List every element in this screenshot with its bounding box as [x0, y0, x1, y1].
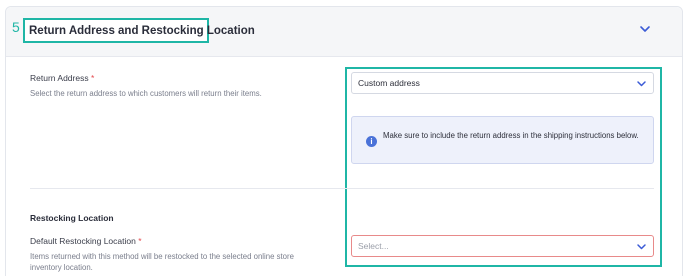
return-address-label: Return Address *: [30, 73, 94, 84]
restocking-location-help: Items returned with this method will be …: [30, 252, 294, 272]
required-mark: *: [138, 236, 142, 246]
restocking-heading: Restocking Location: [30, 213, 114, 223]
info-banner-text: Make sure to include the return address …: [383, 131, 639, 140]
restocking-location-select[interactable]: Select...: [351, 235, 654, 257]
step-number: 5: [12, 19, 20, 35]
return-address-label-text: Return Address: [30, 73, 89, 83]
restocking-location-placeholder: Select...: [358, 241, 389, 251]
chevron-down-icon[interactable]: [638, 22, 652, 36]
return-address-selected-value: Custom address: [358, 78, 420, 88]
chevron-down-icon: [637, 244, 646, 250]
required-mark: *: [90, 73, 95, 83]
chevron-down-icon: [637, 81, 646, 87]
return-address-help: Select the return address to which custo…: [30, 89, 262, 98]
return-address-select[interactable]: Custom address: [351, 72, 654, 94]
divider: [30, 188, 654, 189]
info-icon: i: [366, 136, 377, 147]
section-title: Return Address and Restocking Location: [29, 25, 255, 37]
restocking-location-label: Default Restocking Location *: [30, 236, 142, 247]
info-banner: i Make sure to include the return addres…: [351, 116, 654, 164]
restocking-location-label-text: Default Restocking Location: [30, 236, 136, 246]
